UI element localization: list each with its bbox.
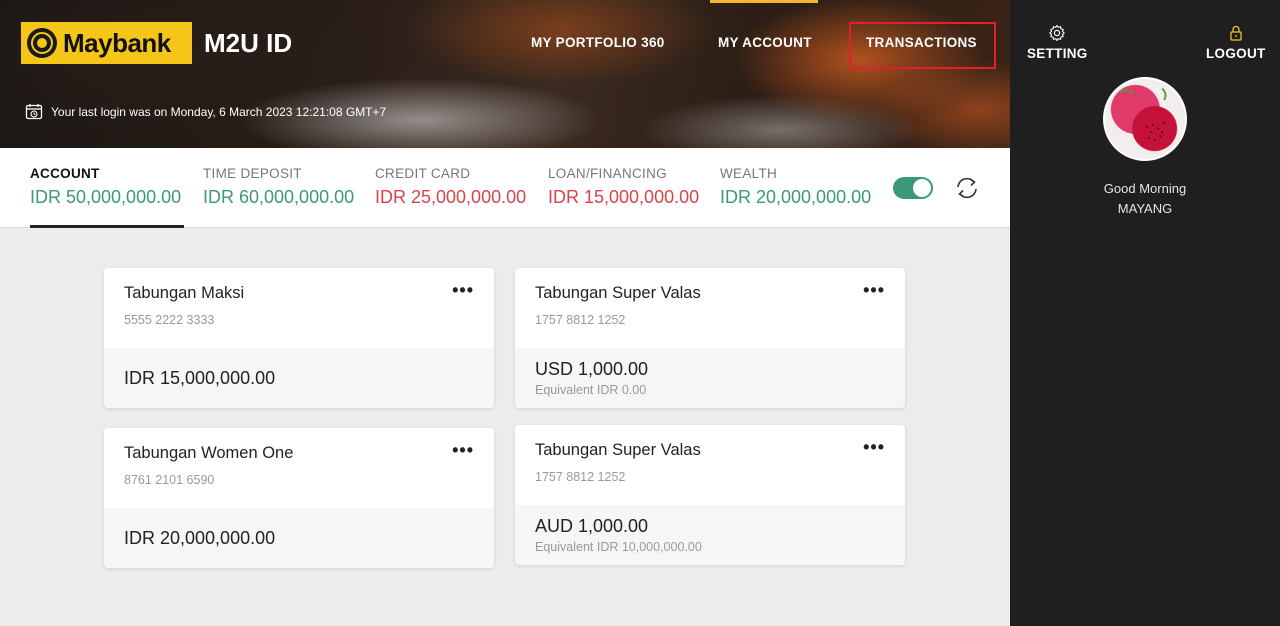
toggle-knob bbox=[913, 179, 931, 197]
logout-button[interactable]: LOGOUT bbox=[1206, 24, 1266, 61]
account-balance: IDR 15,000,000.00 bbox=[124, 367, 276, 388]
avatar[interactable] bbox=[1103, 77, 1187, 161]
summary-tab-account[interactable]: ACCOUNT IDR 50,000,000.00 bbox=[30, 166, 181, 208]
account-name: Tabungan Women One bbox=[124, 444, 294, 462]
account-name: Tabungan Super Valas bbox=[535, 441, 701, 459]
summary-label: ACCOUNT bbox=[30, 166, 100, 181]
dragon-fruit-image-icon bbox=[1119, 87, 1167, 141]
account-name: Tabungan Super Valas bbox=[535, 284, 701, 302]
account-card[interactable]: Tabungan Maksi 5555 2222 3333 ••• IDR 15… bbox=[104, 268, 494, 408]
more-options-icon[interactable]: ••• bbox=[452, 440, 474, 461]
summary-label: LOAN/FINANCING bbox=[548, 166, 667, 181]
summary-value: IDR 25,000,000.00 bbox=[375, 187, 527, 207]
maybank-logo[interactable]: Maybank bbox=[21, 22, 192, 64]
account-balance: AUD 1,000.00 bbox=[535, 516, 649, 536]
more-options-icon[interactable]: ••• bbox=[452, 280, 474, 301]
active-nav-indicator bbox=[710, 0, 818, 3]
account-balance: IDR 20,000,000.00 bbox=[124, 527, 276, 548]
gear-icon bbox=[1049, 24, 1066, 42]
account-card[interactable]: Tabungan Women One 8761 2101 6590 ••• ID… bbox=[104, 428, 494, 568]
more-options-icon[interactable]: ••• bbox=[863, 437, 885, 458]
summary-tab-loan-financing[interactable]: LOAN/FINANCING IDR 15,000,000.00 bbox=[548, 166, 699, 208]
setting-label: SETTING bbox=[1027, 46, 1088, 61]
summary-tab-wealth[interactable]: WEALTH IDR 20,000,000.00 bbox=[720, 166, 871, 208]
greeting-text: Good Morning bbox=[1103, 181, 1187, 196]
header-banner: Maybank M2U ID MY PORTFOLIO 360 MY ACCOU… bbox=[0, 0, 1010, 148]
account-card[interactable]: Tabungan Super Valas 1757 8812 1252 ••• … bbox=[515, 425, 905, 565]
more-options-icon[interactable]: ••• bbox=[863, 280, 885, 301]
account-number: 1757 8812 1252 bbox=[535, 470, 626, 484]
account-card[interactable]: Tabungan Super Valas 1757 8812 1252 ••• … bbox=[515, 268, 905, 408]
account-number: 5555 2222 3333 bbox=[124, 313, 215, 327]
summary-label: TIME DEPOSIT bbox=[203, 166, 302, 181]
summary-value: IDR 50,000,000.00 bbox=[30, 187, 182, 207]
equivalent-balance: Equivalent IDR 10,000,000.00 bbox=[535, 540, 702, 554]
logout-label: LOGOUT bbox=[1206, 46, 1266, 61]
nav-transactions[interactable]: TRANSACTIONS bbox=[866, 35, 977, 50]
account-number: 8761 2101 6590 bbox=[124, 473, 215, 487]
account-summary-bar: ACCOUNT IDR 50,000,000.00 TIME DEPOSIT I… bbox=[0, 148, 1010, 228]
last-login-info: Your last login was on Monday, 6 March 2… bbox=[25, 103, 386, 121]
account-number: 1757 8812 1252 bbox=[535, 313, 626, 327]
brand-name: Maybank bbox=[63, 27, 171, 58]
equivalent-balance: Equivalent IDR 0.00 bbox=[535, 383, 647, 397]
calendar-clock-icon bbox=[25, 104, 43, 120]
account-name: Tabungan Maksi bbox=[124, 284, 245, 302]
last-login-text: Your last login was on Monday, 6 March 2… bbox=[51, 105, 387, 119]
summary-value: IDR 60,000,000.00 bbox=[203, 187, 355, 207]
account-balance: USD 1,000.00 bbox=[535, 359, 649, 379]
summary-tab-credit-card[interactable]: CREDIT CARD IDR 25,000,000.00 bbox=[375, 166, 526, 208]
nav-my-account[interactable]: MY ACCOUNT bbox=[718, 35, 812, 50]
app-title: M2U ID bbox=[204, 28, 293, 58]
summary-label: CREDIT CARD bbox=[375, 166, 471, 181]
active-tab-underline bbox=[30, 225, 184, 228]
nav-my-portfolio[interactable]: MY PORTFOLIO 360 bbox=[531, 35, 665, 50]
setting-button[interactable]: SETTING bbox=[1027, 24, 1088, 61]
tiger-emblem-icon bbox=[27, 28, 57, 58]
user-sidebar: SETTING LOGOUT Good Morning MAYANG bbox=[1010, 0, 1280, 626]
greeting: Good Morning MAYANG bbox=[1010, 179, 1280, 219]
user-name: MAYANG bbox=[1117, 201, 1173, 216]
summary-value: IDR 15,000,000.00 bbox=[548, 187, 700, 207]
lock-icon bbox=[1230, 25, 1242, 41]
summary-tab-time-deposit[interactable]: TIME DEPOSIT IDR 60,000,000.00 bbox=[203, 166, 354, 208]
refresh-icon[interactable] bbox=[953, 175, 981, 201]
summary-label: WEALTH bbox=[720, 166, 778, 181]
summary-value: IDR 20,000,000.00 bbox=[720, 187, 872, 207]
balance-visibility-toggle[interactable] bbox=[893, 177, 933, 199]
